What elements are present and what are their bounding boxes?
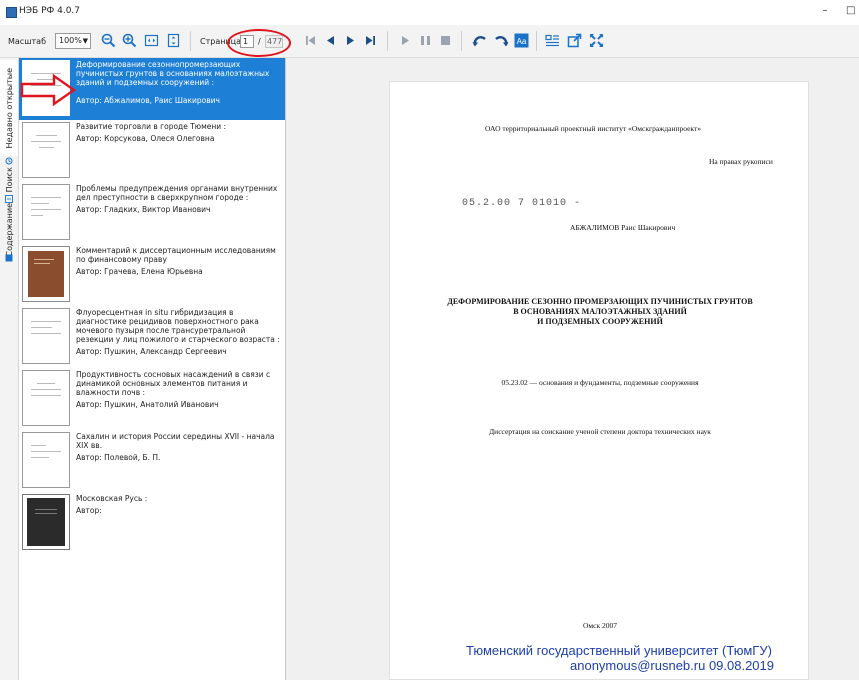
app-icon <box>6 7 17 18</box>
tab-contents[interactable]: Содержание <box>0 203 18 256</box>
last-page-icon[interactable] <box>362 32 379 49</box>
first-page-icon[interactable] <box>302 32 319 49</box>
document-thumbnail <box>22 432 70 488</box>
list-item[interactable]: Проблемы предупреждения органами внутрен… <box>19 182 285 244</box>
app-title: НЭБ РФ 4.0.7 <box>19 6 81 16</box>
toolbar-separator <box>536 31 537 51</box>
list-item[interactable]: Московская Русь : Автор: <box>19 492 285 554</box>
document-author: Автор: Пушкин, Александр Сергеевич <box>76 347 227 356</box>
toolbar-separator <box>461 31 462 51</box>
document-title: Комментарий к диссертационным исследован… <box>76 246 276 264</box>
page-institute: ОАО территориальный проектный институт «… <box>485 124 702 133</box>
tab-recent[interactable]: Недавно открытые <box>0 60 18 156</box>
document-thumbnail <box>22 246 70 302</box>
document-author: Автор: Полевой, Б. П. <box>76 453 161 462</box>
list-item[interactable]: Сахалин и история России середины XVII -… <box>19 430 285 492</box>
document-title: Флуоресцентная in situ гибридизация в ди… <box>76 308 280 344</box>
list-mode-icon[interactable] <box>544 32 561 49</box>
zoom-select[interactable]: 100% ▼ <box>55 33 91 49</box>
page-stamp: 05.2.00 7 01010 - <box>462 198 582 209</box>
document-page: ОАО территориальный проектный институт «… <box>389 81 809 680</box>
document-author: Автор: Абжалимов, Раис Шакирович <box>76 96 220 105</box>
document-author: Автор: Гладких, Виктор Иванович <box>76 205 211 214</box>
list-item[interactable]: Развитие торговли в городе Тюмени : Авто… <box>19 120 285 182</box>
tab-search[interactable]: Поиск <box>0 166 18 194</box>
page-specialty: 05.23.02 — основания и фундаменты, подзе… <box>501 378 699 387</box>
toolbar-separator <box>190 31 191 51</box>
document-thumbnail <box>22 122 70 178</box>
maximize-icon[interactable]: □ <box>846 4 859 18</box>
page-title-line2: В ОСНОВАНИЯХ МАЛОЭТАЖНЫХ ЗДАНИЙ <box>513 307 687 316</box>
document-title: Развитие торговли в городе Тюмени : <box>76 122 227 131</box>
fit-page-icon[interactable] <box>165 32 182 49</box>
toolbar: Масштаб 100% ▼ Страница 1 / 477 Aa <box>0 25 859 58</box>
document-author: Автор: Пушкин, Анатолий Иванович <box>76 400 219 409</box>
page-author: АБЖАЛИМОВ Раис Шакирович <box>570 223 676 232</box>
list-item[interactable]: Флуоресцентная in situ гибридизация в ди… <box>19 306 285 368</box>
title-bar: НЭБ РФ 4.0.7 – □ <box>0 0 859 24</box>
rotate-right-icon[interactable] <box>492 32 509 49</box>
rotate-left-icon[interactable] <box>471 32 488 49</box>
page-title-line1: ДЕФОРМИРОВАНИЕ СЕЗОННО ПРОМЕРЗАЮЩИХ ПУЧИ… <box>447 297 753 306</box>
zoom-label: Масштаб <box>8 37 47 46</box>
document-thumbnail <box>22 308 70 364</box>
list-item[interactable]: Продуктивность сосновых насаждений в свя… <box>19 368 285 430</box>
fit-width-icon[interactable] <box>143 32 160 49</box>
list-item[interactable]: Комментарий к диссертационным исследован… <box>19 244 285 306</box>
document-thumbnail <box>22 370 70 426</box>
zoom-value: 100% <box>59 36 82 45</box>
tab-search-label: Поиск <box>4 167 14 193</box>
external-window-icon[interactable] <box>566 32 583 49</box>
toolbar-separator <box>387 31 388 51</box>
zoom-in-icon[interactable] <box>121 32 138 49</box>
zoom-out-icon[interactable] <box>100 32 117 49</box>
next-page-icon[interactable] <box>342 32 359 49</box>
page-city-year: Омск 2007 <box>582 621 617 630</box>
fullscreen-icon[interactable] <box>588 32 605 49</box>
history-icon <box>0 156 18 166</box>
tab-contents-label: Содержание <box>4 203 14 257</box>
tab-recent-label: Недавно открытые <box>4 67 14 149</box>
contents-icon <box>0 253 18 263</box>
svg-text:Aa: Aa <box>517 37 527 46</box>
page-rights: На правах рукописи <box>709 157 773 166</box>
pause-icon[interactable] <box>417 32 434 49</box>
document-author: Автор: Корсукова, Олеся Олеговна <box>76 134 215 143</box>
play-icon[interactable] <box>397 32 414 49</box>
stop-icon[interactable] <box>437 32 454 49</box>
page-degree: Диссертация на соискание ученой степени … <box>489 427 711 436</box>
annotation-arrow <box>20 73 77 107</box>
watermark-line1: Тюменский государственный университет (Т… <box>466 643 772 658</box>
page-title-line3: И ПОДЗЕМНЫХ СООРУЖЕНИЙ <box>537 317 663 326</box>
document-title: Деформирование сезоннопромерзающих пучин… <box>76 60 270 87</box>
document-title: Московская Русь : <box>76 494 148 503</box>
document-thumbnail <box>22 494 70 550</box>
side-tabs: Недавно открытые Поиск Содержание <box>0 58 19 680</box>
document-title: Продуктивность сосновых насаждений в свя… <box>76 370 271 397</box>
annotation-ellipse <box>227 29 291 57</box>
document-title: Сахалин и история России середины XVII -… <box>76 432 275 450</box>
prev-page-icon[interactable] <box>322 32 339 49</box>
document-author: Автор: <box>76 506 102 515</box>
document-thumbnail <box>22 184 70 240</box>
document-author: Автор: Грачева, Елена Юрьевна <box>76 267 203 276</box>
document-title: Проблемы предупреждения органами внутрен… <box>76 184 278 202</box>
document-list: Деформирование сезоннопромерзающих пучин… <box>19 58 286 680</box>
watermark-line2: anonymous@rusneb.ru 09.08.2019 <box>570 658 775 673</box>
text-mode-icon[interactable]: Aa <box>513 32 530 49</box>
chevron-down-icon: ▼ <box>82 37 88 45</box>
minimize-icon[interactable]: – <box>818 4 832 18</box>
